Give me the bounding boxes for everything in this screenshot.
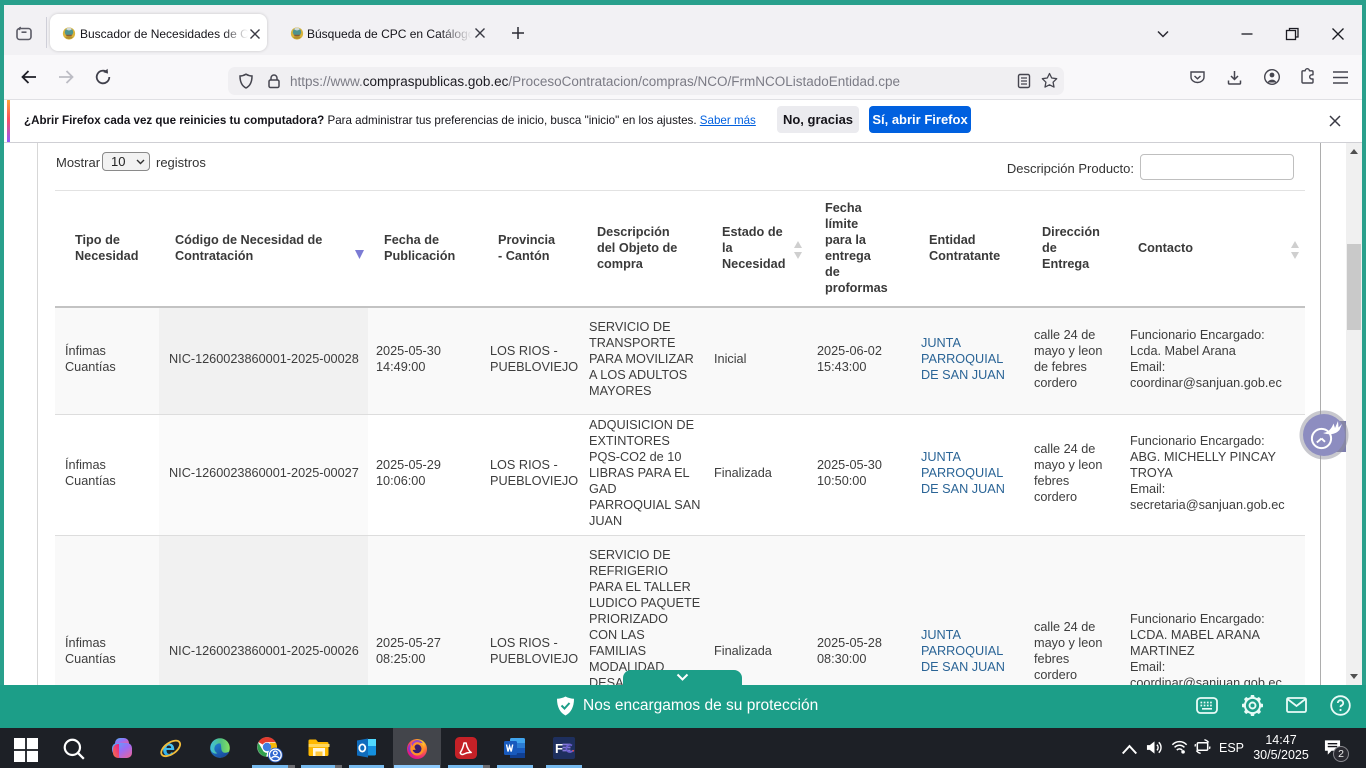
svg-text:F: F [555,741,563,756]
